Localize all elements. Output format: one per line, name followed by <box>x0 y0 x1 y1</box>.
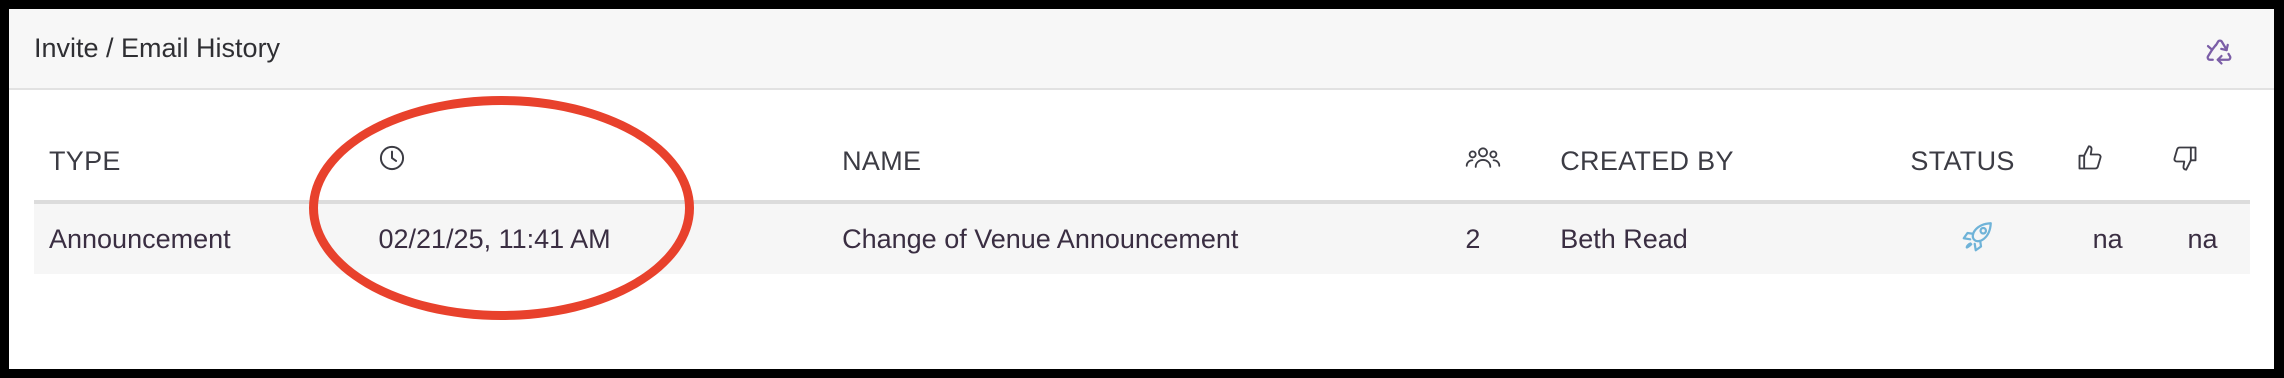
panel-header: Invite / Email History <box>9 9 2274 90</box>
column-header-dislikes[interactable] <box>2155 122 2250 204</box>
email-history-panel: Invite / Email History TYPE NAME CREATED… <box>9 9 2274 369</box>
cell-type: Announcement <box>34 202 364 274</box>
cell-sent-date: 02/21/25, 11:41 AM <box>363 202 828 274</box>
table-row[interactable]: Announcement 02/21/25, 11:41 AM Change o… <box>34 202 2250 274</box>
table-header-row: TYPE NAME CREATED BY STATUS <box>34 122 2250 204</box>
clock-icon <box>378 144 406 179</box>
column-header-sent[interactable] <box>363 122 828 204</box>
thumbs-up-icon <box>2075 144 2105 179</box>
cell-likes: na <box>2060 202 2156 274</box>
cell-status <box>1895 202 2061 274</box>
cell-name[interactable]: Change of Venue Announcement <box>827 202 1451 274</box>
people-icon <box>1465 144 1501 179</box>
column-header-created-by[interactable]: CREATED BY <box>1545 122 1896 204</box>
column-header-type[interactable]: TYPE <box>34 122 364 204</box>
column-header-name[interactable]: NAME <box>827 122 1451 204</box>
rocket-icon <box>1960 218 1996 261</box>
column-header-likes[interactable] <box>2060 122 2156 204</box>
column-header-recipients[interactable] <box>1450 122 1546 204</box>
cell-created-by: Beth Read <box>1545 202 1896 274</box>
thumbs-down-icon <box>2170 144 2200 179</box>
recycle-icon[interactable] <box>2204 36 2234 66</box>
column-header-status[interactable]: STATUS <box>1895 122 2061 204</box>
history-table: TYPE NAME CREATED BY STATUS Announcement… <box>34 122 2250 274</box>
panel-title: Invite / Email History <box>34 33 281 63</box>
cell-dislikes: na <box>2155 202 2250 274</box>
cell-recipients: 2 <box>1450 202 1546 274</box>
